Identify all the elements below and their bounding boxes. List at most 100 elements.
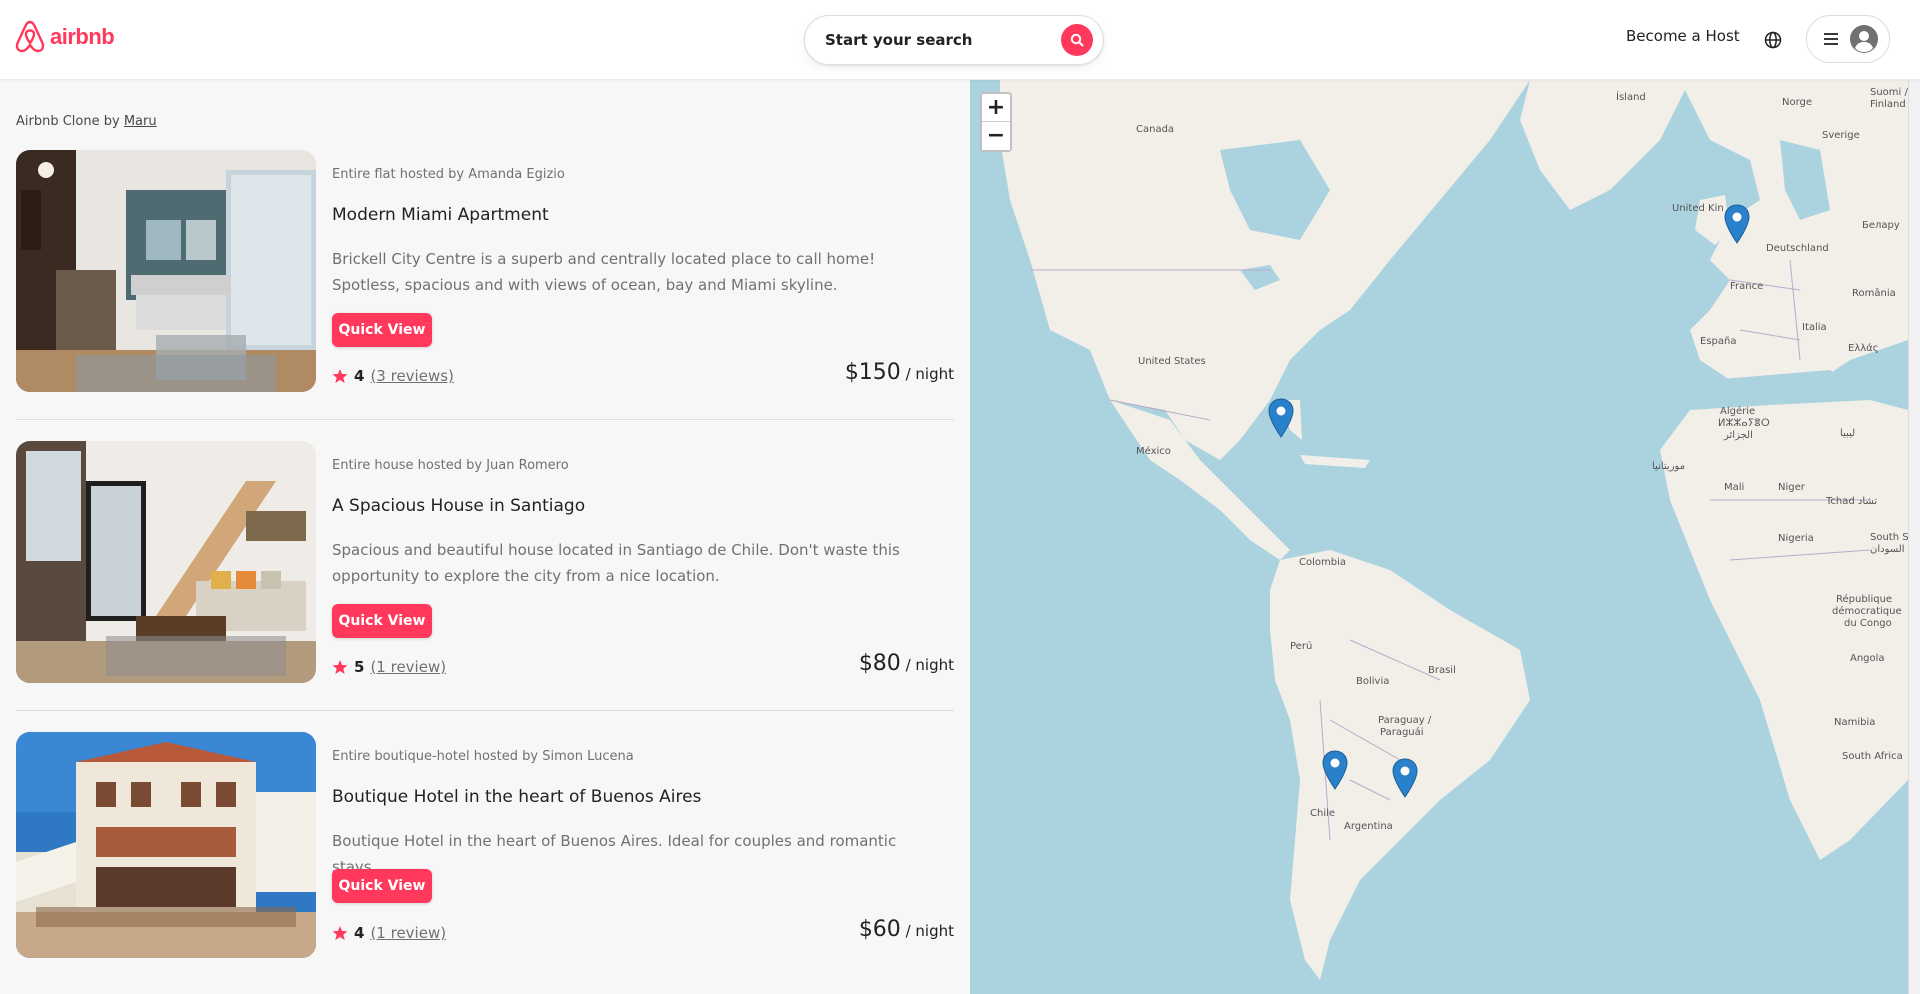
map-label-finland: Finland: [1870, 99, 1906, 110]
map-label-suomi: Suomi /: [1870, 87, 1908, 98]
listing-card[interactable]: Entire flat hosted by Amanda Egizio Mode…: [16, 150, 954, 420]
search-bar[interactable]: Start your search: [804, 15, 1104, 65]
credit-text: Airbnb Clone by Maru: [16, 114, 157, 129]
map-label-spain: España: [1700, 336, 1737, 347]
listing-host-subtitle: Entire house hosted by Juan Romero: [332, 458, 569, 473]
page-scrollbar[interactable]: [1908, 80, 1920, 994]
listing-rating: 5 (1 review): [332, 658, 446, 676]
map-label-norway: Norge: [1782, 97, 1813, 108]
quick-view-button[interactable]: Quick View: [332, 604, 432, 638]
map-pin-icon: [1268, 398, 1294, 438]
become-a-host-link[interactable]: Become a Host: [1626, 27, 1740, 45]
map-label-belarus: Беларy: [1862, 220, 1900, 231]
map-label-mexico: México: [1136, 446, 1171, 457]
map-pin-icon: [1724, 204, 1750, 244]
zoom-in-button[interactable]: +: [982, 94, 1010, 122]
reviews-link[interactable]: (1 review): [370, 658, 446, 676]
map-label-paraguay-2: Paraguái: [1380, 727, 1424, 738]
map-marker-london[interactable]: [1724, 204, 1750, 244]
reviews-link[interactable]: (1 review): [370, 924, 446, 942]
house-photo-image: [16, 441, 316, 683]
listing-price: $150 / night: [845, 360, 954, 385]
listing-card[interactable]: Entire boutique-hotel hosted by Simon Lu…: [16, 732, 954, 994]
listing-title[interactable]: A Spacious House in Santiago: [332, 496, 585, 516]
map-label-colombia: Colombia: [1299, 557, 1346, 568]
listing-price: $60 / night: [859, 917, 954, 942]
price-amount: $60: [858, 917, 901, 942]
price-amount: $80: [858, 651, 901, 676]
credit-prefix: Airbnb Clone by: [16, 114, 124, 129]
listing-photo[interactable]: [16, 441, 316, 683]
map-label-south-sudan-2: جنوب السودان: [1870, 544, 1908, 555]
map-label-romania: România: [1852, 288, 1896, 299]
quick-view-button[interactable]: Quick View: [332, 313, 432, 347]
map-pin-icon: [1322, 750, 1348, 790]
price-unit: / night: [900, 365, 954, 383]
map-tiles: [970, 80, 1908, 994]
user-menu-button[interactable]: [1806, 15, 1890, 63]
rating-score: 5: [354, 658, 365, 676]
zoom-control: + −: [980, 92, 1012, 152]
map-marker-santiago[interactable]: [1322, 750, 1348, 790]
listing-title[interactable]: Modern Miami Apartment: [332, 205, 549, 225]
star-icon: [332, 369, 348, 383]
map-label-drc-2: démocratique: [1832, 606, 1902, 617]
map-label-bolivia: Bolivia: [1356, 676, 1390, 687]
listing-rating: 4 (3 reviews): [332, 367, 454, 385]
map-label-paraguay: Paraguay /: [1378, 715, 1432, 726]
map-label-south-sudan: South S: [1870, 532, 1908, 543]
logo-text: airbnb: [50, 24, 115, 49]
globe-icon[interactable]: [1763, 30, 1783, 50]
map-label-mauritania: موريتانيا: [1652, 461, 1686, 472]
rating-score: 4: [354, 924, 365, 942]
rating-score: 4: [354, 367, 365, 385]
reviews-link[interactable]: (3 reviews): [370, 367, 453, 385]
credit-author-link[interactable]: Maru: [124, 114, 157, 129]
map-label-france: France: [1730, 281, 1764, 292]
map-label-algeria: Algérie: [1720, 406, 1756, 417]
map-label-canada: Canada: [1136, 124, 1175, 135]
hamburger-menu-icon: [1824, 33, 1838, 45]
map-label-south-africa: South Africa: [1842, 751, 1903, 762]
airbnb-logo[interactable]: airbnb: [14, 20, 115, 54]
map-label-drc: République: [1836, 594, 1893, 605]
map-label-mali: Mali: [1724, 482, 1745, 493]
star-icon: [332, 660, 348, 674]
listing-photo[interactable]: [16, 732, 316, 958]
listing-description: Spacious and beautiful house located in …: [332, 541, 900, 585]
map-label-chile: Chile: [1310, 808, 1336, 819]
listing-card[interactable]: Entire house hosted by Juan Romero A Spa…: [16, 441, 954, 711]
map-label-algeria-3: الجزائر: [1724, 430, 1753, 441]
search-icon: [1070, 33, 1084, 47]
listing-price: $80 / night: [859, 651, 954, 676]
quick-view-button[interactable]: Quick View: [332, 869, 432, 903]
map-label-greece: Ελλάς: [1848, 343, 1879, 354]
world-map[interactable]: + − Canada United States México Colombia…: [970, 80, 1908, 994]
zoom-out-button[interactable]: −: [982, 122, 1010, 150]
price-unit: / night: [900, 656, 954, 674]
map-label-argentina: Argentina: [1344, 821, 1393, 832]
map-label-uk: United Kin: [1672, 203, 1724, 214]
airbnb-logo-icon: [15, 20, 45, 53]
star-icon: [332, 926, 348, 940]
map-label-nigeria: Nigeria: [1778, 533, 1814, 544]
listing-description: Brickell City Centre is a superb and cen…: [332, 250, 876, 294]
search-button[interactable]: [1061, 24, 1093, 56]
apartment-photo-image: [16, 150, 316, 392]
map-label-iceland: Ísland: [1616, 92, 1646, 103]
listings-panel: Airbnb Clone by Maru Entire flat hosted …: [0, 80, 970, 994]
listing-rating: 4 (1 review): [332, 924, 446, 942]
listing-title[interactable]: Boutique Hotel in the heart of Buenos Ai…: [332, 787, 701, 807]
map-label-libya: ليبيا: [1840, 428, 1856, 439]
listing-photo[interactable]: [16, 150, 316, 392]
listing-host-subtitle: Entire flat hosted by Amanda Egizio: [332, 167, 565, 182]
price-unit: / night: [900, 922, 954, 940]
map-label-peru: Perú: [1290, 641, 1313, 652]
top-navbar: airbnb Start your search Become a Host: [0, 0, 1920, 80]
map-label-sweden: Sverige: [1822, 130, 1860, 141]
search-label: Start your search: [825, 31, 973, 49]
map-label-chad: Tchad تشاد: [1826, 496, 1878, 507]
map-marker-buenos-aires[interactable]: [1392, 758, 1418, 798]
map-label-united-states: United States: [1138, 356, 1206, 367]
map-marker-miami[interactable]: [1268, 398, 1294, 438]
